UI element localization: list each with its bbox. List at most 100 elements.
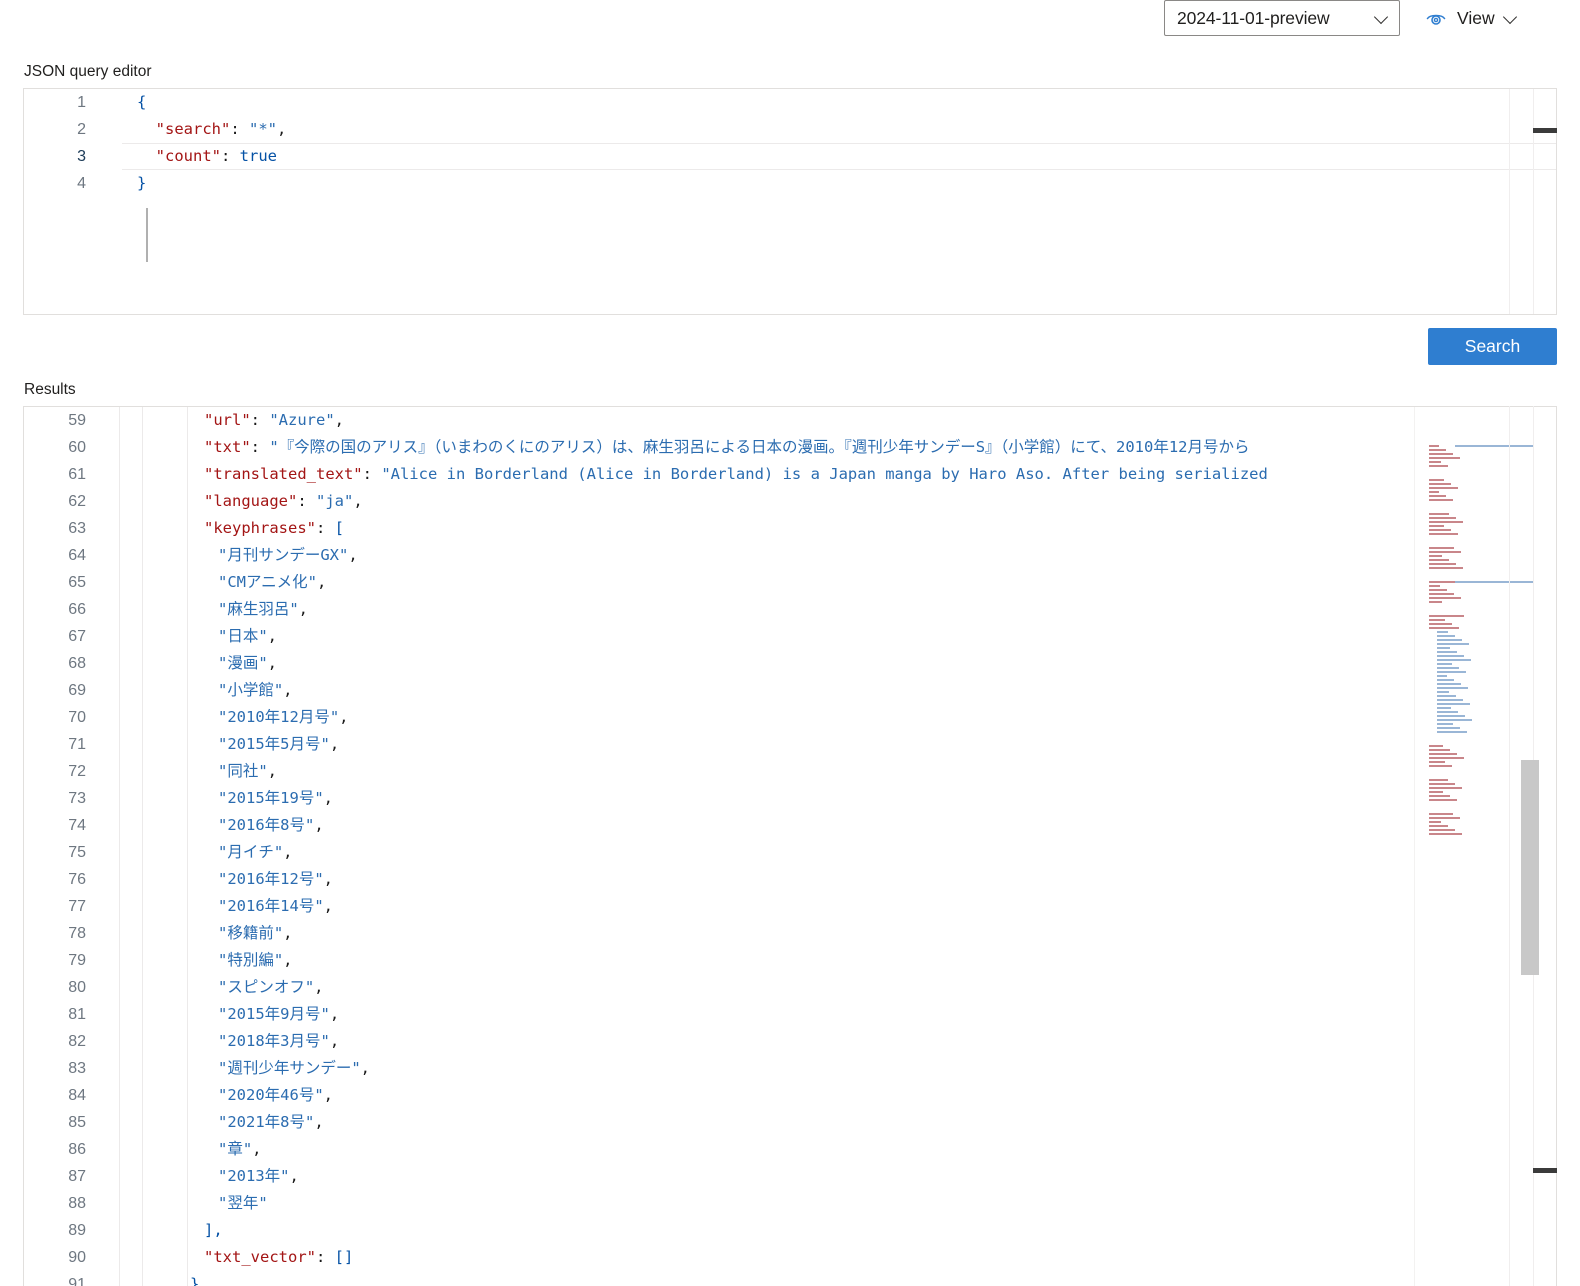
token: true [239, 147, 277, 165]
code-text: "移籍前", [218, 920, 293, 947]
view-menu-button[interactable]: View [1424, 2, 1518, 34]
token: "ja" [316, 492, 354, 510]
line-number: 74 [68, 817, 86, 834]
token: { [137, 93, 147, 111]
token: "count" [155, 147, 221, 165]
code-line[interactable]: 85 "2021年8号", [24, 1109, 1414, 1136]
minimap-line [1429, 623, 1452, 625]
code-line[interactable]: 67 "日本", [24, 623, 1414, 650]
minimap-line [1437, 699, 1463, 701]
api-version-dropdown[interactable]: 2024-11-01-preview [1164, 0, 1400, 36]
code-line[interactable]: 68 "漫画", [24, 650, 1414, 677]
query-editor-scroll-marker[interactable] [1533, 128, 1557, 133]
code-text: "スピンオフ", [218, 974, 324, 1001]
code-line[interactable]: 63 "keyphrases": [ [24, 515, 1414, 542]
token: , [323, 897, 333, 915]
minimap-line [1455, 581, 1533, 583]
token: "*" [249, 120, 277, 138]
code-line[interactable]: 89], [24, 1217, 1414, 1244]
code-line[interactable]: 86 "章", [24, 1136, 1414, 1163]
line-number: 68 [68, 655, 86, 672]
code-line[interactable]: 72 "同社", [24, 758, 1414, 785]
code-line[interactable]: 81 "2015年9月号", [24, 1001, 1414, 1028]
token: , [323, 870, 333, 888]
code-line[interactable]: 59 "url": "Azure", [24, 407, 1414, 434]
line-number: 81 [68, 1006, 86, 1023]
chevron-down-icon [1504, 11, 1518, 25]
code-line[interactable]: 3 "count": true [24, 143, 1556, 170]
code-line[interactable]: 82 "2018年3月号", [24, 1028, 1414, 1055]
code-text: "小学館", [218, 677, 293, 704]
code-line[interactable]: 4} [24, 170, 1556, 197]
token: , [267, 627, 278, 645]
code-line[interactable]: 77 "2016年14号", [24, 893, 1414, 920]
code-line[interactable]: 74 "2016年8号", [24, 812, 1414, 839]
code-line[interactable]: 65 "CMアニメ化", [24, 569, 1414, 596]
minimap-line [1429, 791, 1443, 793]
token: , [348, 546, 358, 564]
query-editor-scroll-track[interactable] [1509, 89, 1510, 314]
json-query-editor[interactable]: 1{2 "search": "*", 3 "count": true 4} [23, 88, 1557, 315]
line-number: 3 [77, 148, 86, 165]
query-editor-lines[interactable]: 1{2 "search": "*", 3 "count": true 4} [24, 89, 1556, 197]
results-editor[interactable]: 59 "url": "Azure", 60 "txt": "『今際の国のアリス』（いま… [23, 406, 1557, 1286]
minimap-line [1429, 547, 1454, 549]
minimap-line [1429, 517, 1456, 519]
code-line[interactable]: 90 "txt_vector": [] [24, 1244, 1414, 1271]
code-line[interactable]: 1{ [24, 89, 1556, 116]
code-line[interactable]: 61 "translated_text": "Alice in Borderlan… [24, 461, 1414, 488]
results-vertical-scrollbar[interactable] [1521, 760, 1539, 975]
minimap-line [1437, 663, 1452, 665]
results-scroll-marker[interactable] [1533, 1168, 1557, 1173]
minimap-line [1437, 707, 1451, 709]
minimap-line [1437, 727, 1460, 729]
code-line[interactable]: 71 "2015年5月号", [24, 731, 1414, 758]
line-number: 2 [77, 121, 86, 138]
search-button[interactable]: Search [1428, 328, 1557, 365]
minimap-line [1437, 679, 1454, 681]
code-line[interactable]: 60 "txt": "『今際の国のアリス』（いまわのくにのアリス）は、麻生羽呂によ… [24, 434, 1414, 461]
code-text: "2021年8号", [218, 1109, 324, 1136]
minimap-line [1429, 753, 1457, 755]
code-line[interactable]: 62 "language": "ja", [24, 488, 1414, 515]
code-line[interactable]: 80 "スピンオフ", [24, 974, 1414, 1001]
token: "小学館" [218, 681, 284, 699]
code-line[interactable]: 73 "2015年19号", [24, 785, 1414, 812]
token: , [334, 411, 345, 429]
code-text: { [137, 89, 146, 116]
token: "translated_text" [204, 465, 363, 483]
code-line[interactable]: 66 "麻生羽呂", [24, 596, 1414, 623]
code-line[interactable]: 88 "翌年" [24, 1190, 1414, 1217]
results-editor-lines[interactable]: 59 "url": "Azure", 60 "txt": "『今際の国のアリス』（いま… [24, 407, 1414, 1286]
minimap-line [1429, 499, 1453, 501]
code-text: "CMアニメ化", [218, 569, 326, 596]
code-line[interactable]: 64 "月刊サンデーGX", [24, 542, 1414, 569]
minimap-line [1437, 631, 1448, 633]
line-number: 86 [68, 1141, 86, 1158]
code-line[interactable]: 87 "2013年", [24, 1163, 1414, 1190]
code-line[interactable]: 70 "2010年12月号", [24, 704, 1414, 731]
minimap-line [1437, 655, 1464, 657]
code-line[interactable]: 76 "2016年12号", [24, 866, 1414, 893]
minimap-line [1429, 483, 1451, 485]
line-number: 83 [68, 1060, 86, 1077]
code-minimap[interactable] [1414, 407, 1533, 1286]
code-line[interactable]: 69 "小学館", [24, 677, 1414, 704]
minimap-line [1429, 787, 1462, 789]
minimap-line [1429, 795, 1450, 797]
code-line[interactable]: 78 "移籍前", [24, 920, 1414, 947]
code-line[interactable]: 91} [24, 1271, 1414, 1286]
token: , [267, 654, 278, 672]
token: "麻生羽呂" [218, 600, 299, 618]
token: , [329, 735, 340, 753]
code-line[interactable]: 83 "週刊少年サンデー", [24, 1055, 1414, 1082]
minimap-line [1429, 453, 1453, 455]
code-line[interactable]: 79 "特別編", [24, 947, 1414, 974]
code-line[interactable]: 84 "2020年46号", [24, 1082, 1414, 1109]
code-line[interactable]: 2 "search": "*", [24, 116, 1556, 143]
line-number: 72 [68, 763, 86, 780]
results-scroll-track-edge [1509, 406, 1510, 1286]
code-line[interactable]: 75 "月イチ", [24, 839, 1414, 866]
token: "CMアニメ化" [218, 573, 318, 591]
line-number: 91 [68, 1276, 86, 1286]
